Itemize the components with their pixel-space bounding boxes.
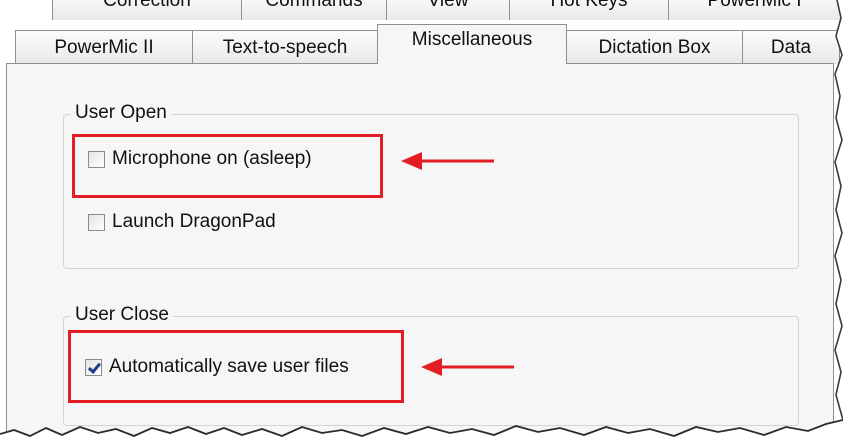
tab-miscellaneous[interactable]: Miscellaneous [377,24,567,64]
tab-row-back: Correction Commands View Hot Keys PowerM… [0,0,841,24]
callout-box-microphone [72,134,383,198]
launch-dragonpad-label: Launch DragonPad [112,211,276,232]
tab-data[interactable]: Data [742,30,840,64]
group-user-open-legend: User Open [71,100,171,126]
tab-row-front: PowerMic II Text-to-speech Miscellaneous… [0,24,840,64]
tab-dictation-box[interactable]: Dictation Box [566,30,743,64]
tab-commands[interactable]: Commands [241,0,387,20]
tab-correction[interactable]: Correction [52,0,242,20]
launch-dragonpad-checkbox[interactable] [88,213,105,231]
callout-box-auto-save [68,330,404,403]
group-user-close-legend: User Close [71,302,173,328]
screenshot-stage: Correction Commands View Hot Keys PowerM… [0,0,843,446]
torn-edge-bottom [0,419,843,446]
arrow-left-icon [401,152,494,170]
option-launch-dragonpad[interactable]: Launch DragonPad [88,211,276,233]
tab-powermic-ii[interactable]: PowerMic II [15,30,193,64]
torn-edge-right [834,0,843,421]
arrow-left-icon [421,358,514,376]
tab-view[interactable]: View [386,0,510,20]
tab-hot-keys[interactable]: Hot Keys [509,0,669,20]
tab-powermic-i[interactable]: PowerMic I [668,0,841,20]
tab-text-to-speech[interactable]: Text-to-speech [192,30,378,64]
